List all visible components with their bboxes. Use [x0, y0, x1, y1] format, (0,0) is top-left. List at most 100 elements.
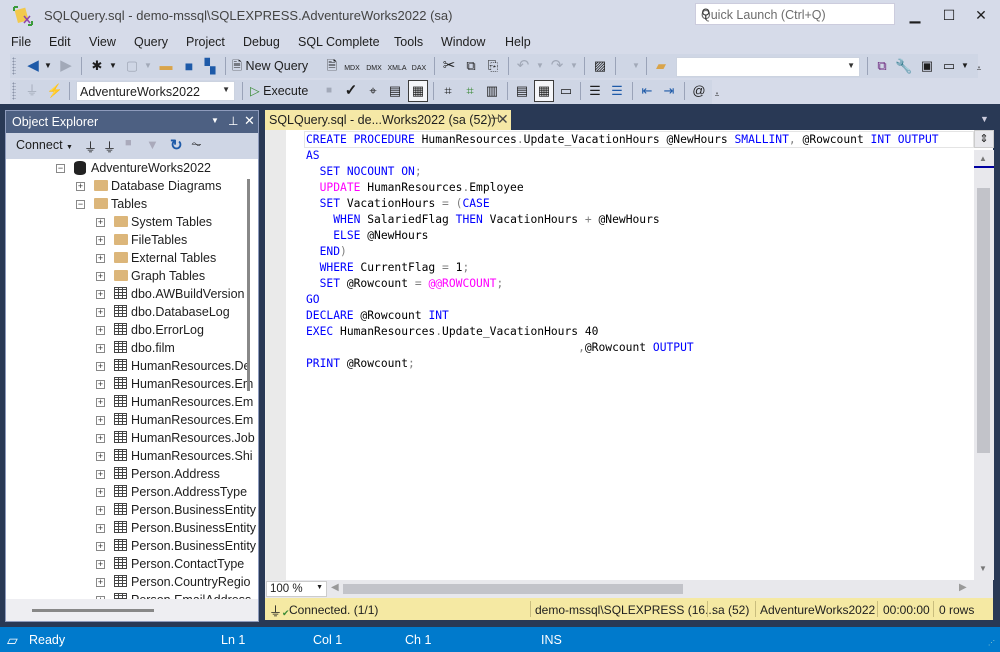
- vertical-scroll-thumb[interactable]: [977, 188, 990, 453]
- copy-icon[interactable]: ⧉: [462, 56, 480, 76]
- tree-node[interactable]: − Tables: [6, 195, 258, 213]
- expand-icon[interactable]: +: [96, 272, 105, 281]
- toolbox-icon[interactable]: ▣: [918, 56, 936, 76]
- close-tab-icon[interactable]: ✕: [497, 111, 509, 128]
- menu-debug[interactable]: Debug: [243, 35, 280, 49]
- split-editor-icon[interactable]: ⇕: [974, 130, 994, 148]
- tree-node[interactable]: + Graph Tables: [6, 267, 258, 285]
- expand-icon[interactable]: +: [96, 308, 105, 317]
- tab-list-dropdown-icon[interactable]: ▼: [980, 114, 989, 124]
- tree-node[interactable]: + Person.ContactType: [6, 555, 258, 573]
- expand-icon[interactable]: +: [96, 218, 105, 227]
- tree-node[interactable]: +Person.EmailAddress: [6, 591, 258, 599]
- menu-query[interactable]: Query: [134, 35, 168, 49]
- tree-node[interactable]: + Person.CountryRegio: [6, 573, 258, 591]
- horizontal-scroll-thumb[interactable]: [343, 584, 683, 594]
- connect-plug-icon[interactable]: ⏚: [24, 81, 40, 101]
- change-connection-icon[interactable]: ⚡: [46, 81, 64, 101]
- tree-node[interactable]: + HumanResources.Job: [6, 429, 258, 447]
- stop-icon[interactable]: ■: [125, 137, 132, 149]
- tree-node[interactable]: + dbo.DatabaseLog: [6, 303, 258, 321]
- menu-help[interactable]: Help: [505, 35, 531, 49]
- new-project-dropdown-icon[interactable]: ▼: [108, 56, 118, 76]
- expand-icon[interactable]: +: [96, 326, 105, 335]
- menu-tools[interactable]: Tools: [394, 35, 423, 49]
- tree-node[interactable]: + dbo.ErrorLog: [6, 321, 258, 339]
- navigate-back-icon[interactable]: ◀: [24, 56, 42, 76]
- scroll-down-icon[interactable]: ▼: [979, 564, 987, 573]
- save-all-icon[interactable]: ▚: [201, 56, 219, 76]
- collapse-icon[interactable]: −: [56, 164, 65, 173]
- redo-dropdown-icon[interactable]: ▼: [569, 56, 579, 76]
- close-button[interactable]: ✕: [966, 4, 996, 26]
- live-statistics-icon[interactable]: ⌗: [461, 81, 479, 101]
- expand-icon[interactable]: +: [96, 578, 105, 587]
- properties-wrench-icon[interactable]: 🔧: [895, 56, 913, 76]
- add-item-dropdown-icon[interactable]: ▼: [143, 56, 153, 76]
- tree-horizontal-scrollbar[interactable]: [32, 609, 154, 612]
- filter-icon[interactable]: ▼: [146, 137, 159, 152]
- undo-dropdown-icon[interactable]: ▼: [535, 56, 545, 76]
- menu-sql-complete[interactable]: SQL Complete: [298, 35, 380, 49]
- results-to-text-icon[interactable]: ▤: [513, 81, 531, 101]
- scroll-up-icon[interactable]: ▲: [979, 154, 987, 163]
- decrease-indent-icon[interactable]: ⇤: [638, 81, 656, 101]
- scroll-right-icon[interactable]: ▶: [959, 582, 967, 593]
- parse-checkmark-icon[interactable]: ✓: [342, 81, 360, 101]
- tree-vertical-scrollbar[interactable]: [247, 179, 250, 391]
- minimize-button[interactable]: ▁: [900, 4, 930, 26]
- results-to-file-icon[interactable]: ▭: [557, 81, 575, 101]
- expand-icon[interactable]: +: [96, 380, 105, 389]
- toolbar-overflow-icon[interactable]: ⩡: [974, 59, 984, 79]
- tree-node[interactable]: + dbo.film: [6, 339, 258, 357]
- add-item-icon[interactable]: ▢: [123, 56, 141, 76]
- toolbar-grip[interactable]: [12, 82, 16, 100]
- close-panel-icon[interactable]: ✕: [244, 113, 255, 129]
- new-project-icon[interactable]: ✱: [88, 56, 106, 76]
- save-icon[interactable]: ■: [180, 56, 198, 76]
- client-statistics-icon[interactable]: ▥: [483, 81, 501, 101]
- redo-icon[interactable]: ↷: [548, 56, 566, 76]
- scroll-left-icon[interactable]: ◀: [331, 582, 339, 593]
- execute-button[interactable]: ▷ Execute: [250, 81, 316, 101]
- back-dropdown-icon[interactable]: ▼: [43, 56, 53, 76]
- tab-sqlquery[interactable]: SQLQuery.sql - de...Works2022 (sa (52)) …: [265, 110, 511, 130]
- tree-node[interactable]: + Person.Address: [6, 465, 258, 483]
- tree-node[interactable]: + HumanResources.De: [6, 357, 258, 375]
- disconnect-icon[interactable]: ⏚: [103, 137, 116, 156]
- query-options-icon[interactable]: ▤: [386, 81, 404, 101]
- uncomment-lines-icon[interactable]: ☰: [608, 81, 626, 101]
- activity-monitor-icon[interactable]: ▨: [591, 56, 609, 76]
- expand-icon[interactable]: +: [96, 362, 105, 371]
- intellisense-toggle-icon[interactable]: ▦: [408, 80, 428, 102]
- refresh-icon[interactable]: ↻: [170, 136, 183, 154]
- sql-editor[interactable]: CREATE PROCEDURE HumanResources.Update_V…: [265, 130, 994, 580]
- available-databases-select[interactable]: AdventureWorks2022 ▼: [76, 81, 235, 101]
- connect-button[interactable]: Connect ▼: [16, 138, 73, 152]
- menu-project[interactable]: Project: [186, 35, 225, 49]
- tree-node[interactable]: + HumanResources.Em: [6, 375, 258, 393]
- increase-indent-icon[interactable]: ⇥: [660, 81, 678, 101]
- find-combo[interactable]: ▼: [676, 57, 860, 77]
- tree-node[interactable]: + HumanResources.Em: [6, 393, 258, 411]
- find-in-files-icon[interactable]: ▰: [652, 56, 670, 76]
- toolbar-overflow-icon[interactable]: ⩡: [712, 85, 722, 105]
- pin-icon[interactable]: ⊥: [228, 114, 238, 128]
- estimated-plan-icon[interactable]: ⌖: [364, 81, 382, 101]
- expand-icon[interactable]: +: [96, 524, 105, 533]
- mdx-query-icon[interactable]: MDX: [343, 56, 361, 76]
- open-file-icon[interactable]: ▬: [157, 56, 175, 76]
- menu-window[interactable]: Window: [441, 35, 485, 49]
- actual-plan-icon[interactable]: ⌗: [439, 81, 457, 101]
- comment-lines-icon[interactable]: ☰: [586, 81, 604, 101]
- command-dropdown-icon[interactable]: ▼: [960, 56, 970, 76]
- solution-config-dropdown-icon[interactable]: ▼: [631, 56, 641, 76]
- paste-icon[interactable]: ⎘: [484, 56, 502, 76]
- tree-node[interactable]: + Database Diagrams: [6, 177, 258, 195]
- expand-icon[interactable]: +: [96, 416, 105, 425]
- dax-query-icon[interactable]: DAX: [410, 56, 428, 76]
- database-engine-query-icon[interactable]: 🗎: [323, 56, 341, 76]
- command-window-icon[interactable]: ▭: [940, 56, 958, 76]
- menu-edit[interactable]: Edit: [49, 35, 71, 49]
- tree-node[interactable]: + FileTables: [6, 231, 258, 249]
